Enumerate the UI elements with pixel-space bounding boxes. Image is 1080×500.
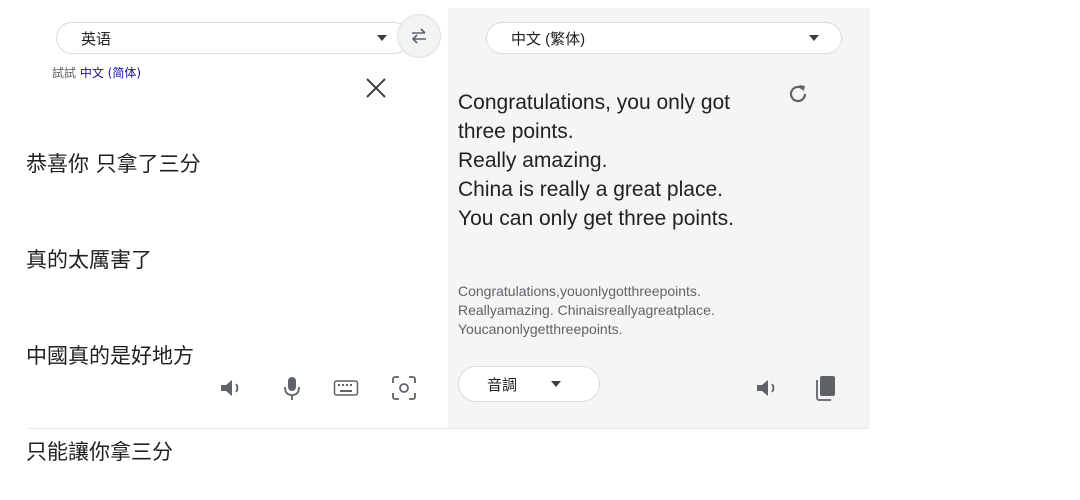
language-suggestion: 試試 中文 (简体) — [52, 64, 141, 81]
suggestion-link[interactable]: 中文 (简体) — [80, 66, 141, 80]
source-text[interactable]: 恭喜你 只拿了三分 真的太厲害了 中國真的是好地方 只能讓你拿三分 — [26, 84, 201, 500]
translation-line: Really amazing. — [458, 149, 608, 172]
translation-line: You can only get three points. — [458, 207, 734, 230]
tone-label: 音調 — [487, 376, 518, 394]
swap-arrows-icon — [411, 28, 426, 44]
romanization-line: Reallyamazing. Chinaisreallyagreatplace. — [458, 302, 715, 318]
camera-scan-icon — [392, 376, 416, 400]
refresh-button[interactable] — [784, 80, 812, 108]
copy-icon — [816, 376, 835, 401]
translation-line: China is really a great place. — [458, 178, 723, 201]
romanization-text: Congratulations,youonlygotthreepoints. R… — [458, 282, 798, 339]
target-language-select[interactable]: 中文 (繁体) — [486, 22, 842, 54]
tone-select[interactable]: 音調 — [458, 366, 600, 402]
copy-button[interactable] — [812, 374, 840, 402]
source-language-select[interactable]: 英语 — [56, 22, 410, 54]
keyboard-icon — [333, 380, 359, 396]
source-language-label: 英语 — [81, 30, 112, 48]
speaker-icon — [757, 380, 775, 396]
chevron-down-icon — [809, 35, 819, 41]
source-line: 恭喜你 只拿了三分 — [26, 152, 201, 176]
microphone-button[interactable] — [278, 374, 306, 402]
translation-text: Congratulations, you only got three poin… — [458, 88, 788, 233]
microphone-icon — [284, 377, 300, 400]
listen-translation-button[interactable] — [754, 374, 782, 402]
refresh-icon — [789, 85, 807, 103]
speaker-icon — [221, 380, 239, 396]
source-line: 只能讓你拿三分 — [26, 440, 173, 464]
romanization-line: Youcanonlygetthreepoints. — [458, 321, 623, 337]
listen-source-button[interactable] — [218, 374, 246, 402]
swap-languages-button[interactable] — [397, 14, 441, 58]
romanization-line: Congratulations,youonlygotthreepoints. — [458, 283, 701, 299]
suggestion-prefix: 試試 — [52, 66, 77, 80]
camera-input-button[interactable] — [390, 374, 418, 402]
chevron-down-icon — [377, 35, 387, 41]
close-icon — [366, 78, 386, 98]
clear-button[interactable] — [360, 72, 392, 104]
chevron-down-icon — [551, 381, 562, 387]
translation-line: three points. — [458, 120, 574, 143]
source-line: 中國真的是好地方 — [26, 344, 194, 368]
target-language-label: 中文 (繁体) — [511, 30, 586, 48]
keyboard-button[interactable] — [332, 374, 360, 402]
translation-line: Congratulations, you only got — [458, 91, 731, 114]
source-line: 真的太厲害了 — [26, 248, 152, 272]
